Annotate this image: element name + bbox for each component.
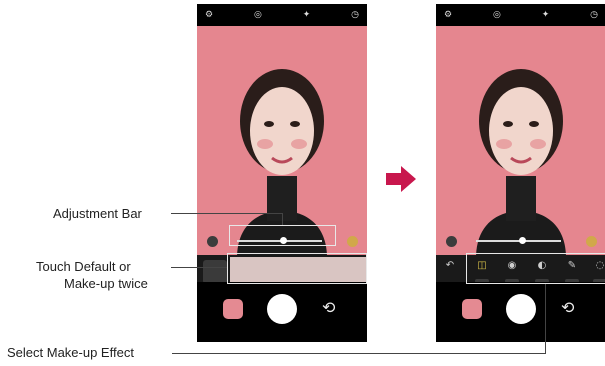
camera-bottom-bar: ⟲ [436,282,605,342]
shutter-button[interactable] [267,294,297,324]
makeup-effect-highlight [466,253,605,284]
camera-preview [436,26,605,258]
gallery-thumbnail[interactable] [462,299,482,319]
camera-top-bar: ⚙ ◎ ✦ ◷ [197,4,367,26]
adjustment-bar-leader-v [282,213,283,225]
shutter-button[interactable] [506,294,536,324]
phone-screen-before: ⚙ ◎ ✦ ◷ ⟲ [197,4,367,342]
touch-default-label-line1: Touch Default or [36,259,131,274]
settings-icon[interactable]: ⚙ [205,10,213,20]
adjustment-bar-highlight [229,225,336,246]
beauty-mode-icon[interactable] [347,236,358,247]
light-icon[interactable]: ✦ [303,10,311,20]
camera-flip-icon[interactable]: ⟲ [561,298,574,317]
filter-icon[interactable]: ◎ [254,10,262,20]
default-icon[interactable] [203,260,227,284]
timer-icon[interactable]: ◷ [351,10,359,20]
select-makeup-leader-v [545,284,546,354]
beauty-mode-icon[interactable] [586,236,597,247]
adjustment-slider-knob[interactable] [519,237,526,244]
select-makeup-leader-h [172,353,546,354]
adjust-options-icon[interactable] [207,236,218,247]
settings-icon[interactable]: ⚙ [444,10,452,20]
makeup-strip-highlight [227,253,367,284]
camera-top-bar: ⚙ ◎ ✦ ◷ [436,4,605,26]
adjust-options-icon[interactable] [446,236,457,247]
light-icon[interactable]: ✦ [542,10,550,20]
arrow-right-icon [386,166,416,192]
touch-default-leader [171,267,227,268]
gallery-thumbnail[interactable] [223,299,243,319]
adjustment-bar-leader-h [171,213,282,214]
select-makeup-label: Select Make-up Effect [7,345,134,360]
phone-screen-after: ⚙ ◎ ✦ ◷ ↶ ◫ ◉ ◐ ✎ ◌ ⟲ [436,4,605,342]
timer-icon[interactable]: ◷ [590,10,598,20]
camera-bottom-bar: ⟲ [197,282,367,342]
portrait-image [476,69,566,258]
filter-icon[interactable]: ◎ [493,10,501,20]
camera-flip-icon[interactable]: ⟲ [322,298,335,317]
adjustment-bar-label: Adjustment Bar [53,206,142,221]
back-icon[interactable]: ↶ [440,260,460,284]
touch-default-label-line2: Make-up twice [64,276,148,291]
